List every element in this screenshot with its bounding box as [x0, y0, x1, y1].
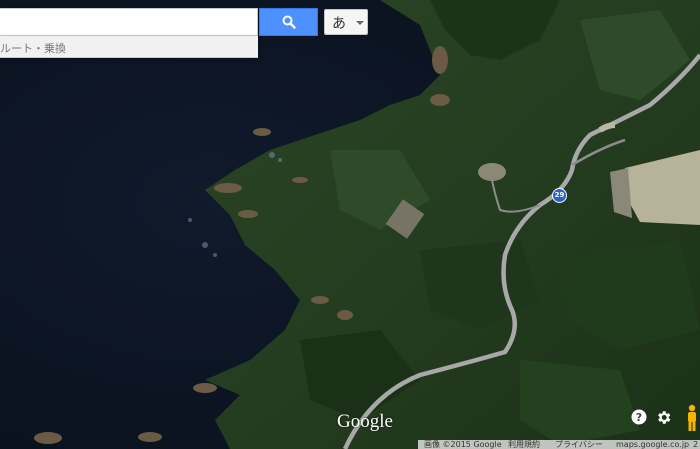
terms-link[interactable]: 利用規約	[508, 440, 540, 449]
directions-suggestion[interactable]: ルート・乗換	[0, 36, 258, 58]
svg-text:?: ?	[636, 411, 642, 424]
imagery-attribution: 画像 ©2015 Google	[424, 440, 502, 449]
search-button[interactable]	[259, 8, 318, 36]
route-29-badge: 29	[552, 188, 567, 203]
help-icon[interactable]: ?	[631, 409, 647, 425]
search-icon	[282, 15, 296, 29]
directions-link[interactable]: ルート・乗換	[0, 40, 66, 56]
domain-link[interactable]: maps.google.co.jp	[616, 440, 689, 449]
gear-icon[interactable]	[655, 409, 672, 426]
search-box[interactable]	[0, 8, 258, 36]
scale-label: 2	[693, 440, 699, 449]
pegman-icon[interactable]	[684, 404, 700, 432]
input-method-button[interactable]: あ	[324, 9, 368, 35]
privacy-link[interactable]: プライバシー	[555, 440, 603, 449]
input-method-label: あ	[332, 16, 346, 32]
google-logo: Google	[337, 411, 393, 432]
satellite-map[interactable]	[0, 0, 700, 449]
search-input[interactable]	[0, 9, 257, 35]
dropdown-arrow-icon	[356, 21, 364, 25]
satellite-imagery	[0, 0, 700, 449]
